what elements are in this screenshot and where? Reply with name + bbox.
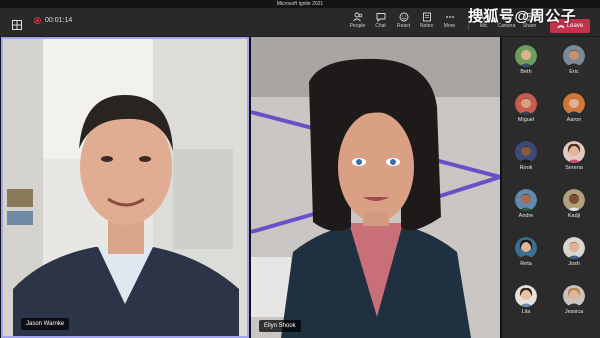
record-icon	[34, 17, 41, 24]
participant-video	[3, 39, 247, 336]
roster-item-jessica[interactable]: Jessica	[550, 285, 598, 315]
roster-item-serena[interactable]: Serena	[550, 141, 598, 171]
avatar	[563, 285, 585, 307]
avatar	[515, 237, 537, 259]
avatar	[515, 285, 537, 307]
people-button-label: People	[349, 23, 366, 29]
participant-name: Miguel	[517, 117, 535, 123]
avatar	[515, 93, 537, 115]
avatar	[563, 141, 585, 163]
participant-name: Kadji	[567, 213, 581, 219]
more-button-label: More	[443, 23, 456, 29]
react-icon	[399, 12, 408, 22]
chat-icon	[376, 13, 385, 22]
chat-button-label: Chat	[375, 23, 386, 29]
participant-name: Josh	[568, 261, 580, 267]
participant-name: Serena	[565, 165, 583, 171]
participant-name: Eric	[569, 69, 579, 75]
more-button[interactable]: More	[438, 10, 461, 29]
chat-button[interactable]: Chat	[369, 10, 392, 29]
avatar	[563, 45, 585, 67]
roster-item-rook[interactable]: Rook	[502, 141, 550, 171]
participant-name: Jessica	[564, 309, 584, 315]
notes-button[interactable]: Notes	[415, 10, 438, 29]
roster-item-miguel[interactable]: Miguel	[502, 93, 550, 123]
avatar-video	[251, 37, 500, 338]
roster-item-eric[interactable]: Eric	[550, 45, 598, 75]
avatar	[563, 237, 585, 259]
participant-roster: Beth Eric Miguel Aaron Rook Serena Andre…	[502, 37, 600, 338]
video-tile-jason-warnke[interactable]: Jason Warnke	[1, 37, 249, 338]
toolbar-actions: People Chat React Notes More	[346, 10, 461, 29]
meeting-timer: 00:01:14	[45, 17, 73, 24]
participant-name: Aaron	[566, 117, 582, 123]
avatar	[515, 189, 537, 211]
recording-indicator: 00:01:14	[34, 17, 72, 24]
watermark-text: 搜狐号@周公子	[468, 8, 577, 25]
roster-item-josh[interactable]: Josh	[550, 237, 598, 267]
react-button[interactable]: React	[392, 10, 415, 29]
people-button[interactable]: People	[346, 10, 369, 29]
avatar	[515, 141, 537, 163]
participant-name-tag: Jason Warnke	[21, 318, 70, 330]
avatar	[515, 45, 537, 67]
participant-name: Andre	[518, 213, 534, 219]
more-icon	[445, 16, 454, 18]
people-icon	[352, 12, 362, 22]
roster-item-kadji[interactable]: Kadji	[550, 189, 598, 219]
roster-item-andre[interactable]: Andre	[502, 189, 550, 219]
layout-grid-icon[interactable]	[12, 17, 22, 30]
roster-item-beth[interactable]: Beth	[502, 45, 550, 75]
participant-name: Rook	[519, 165, 533, 171]
react-button-label: React	[396, 23, 411, 29]
participant-name-tag: Ellyn Shook	[259, 320, 301, 332]
avatar	[563, 189, 585, 211]
video-tile-ellyn-shook[interactable]: Ellyn Shook	[251, 37, 500, 338]
participant-name: Beth	[520, 69, 532, 75]
roster-item-lila[interactable]: Lila	[502, 285, 550, 315]
roster-item-reta[interactable]: Reta	[502, 237, 550, 267]
participant-name: Lila	[521, 309, 531, 315]
notes-icon	[422, 12, 431, 22]
avatar	[563, 93, 585, 115]
roster-item-aaron[interactable]: Aaron	[550, 93, 598, 123]
notes-button-label: Notes	[419, 23, 434, 29]
participant-name: Reta	[520, 261, 532, 267]
